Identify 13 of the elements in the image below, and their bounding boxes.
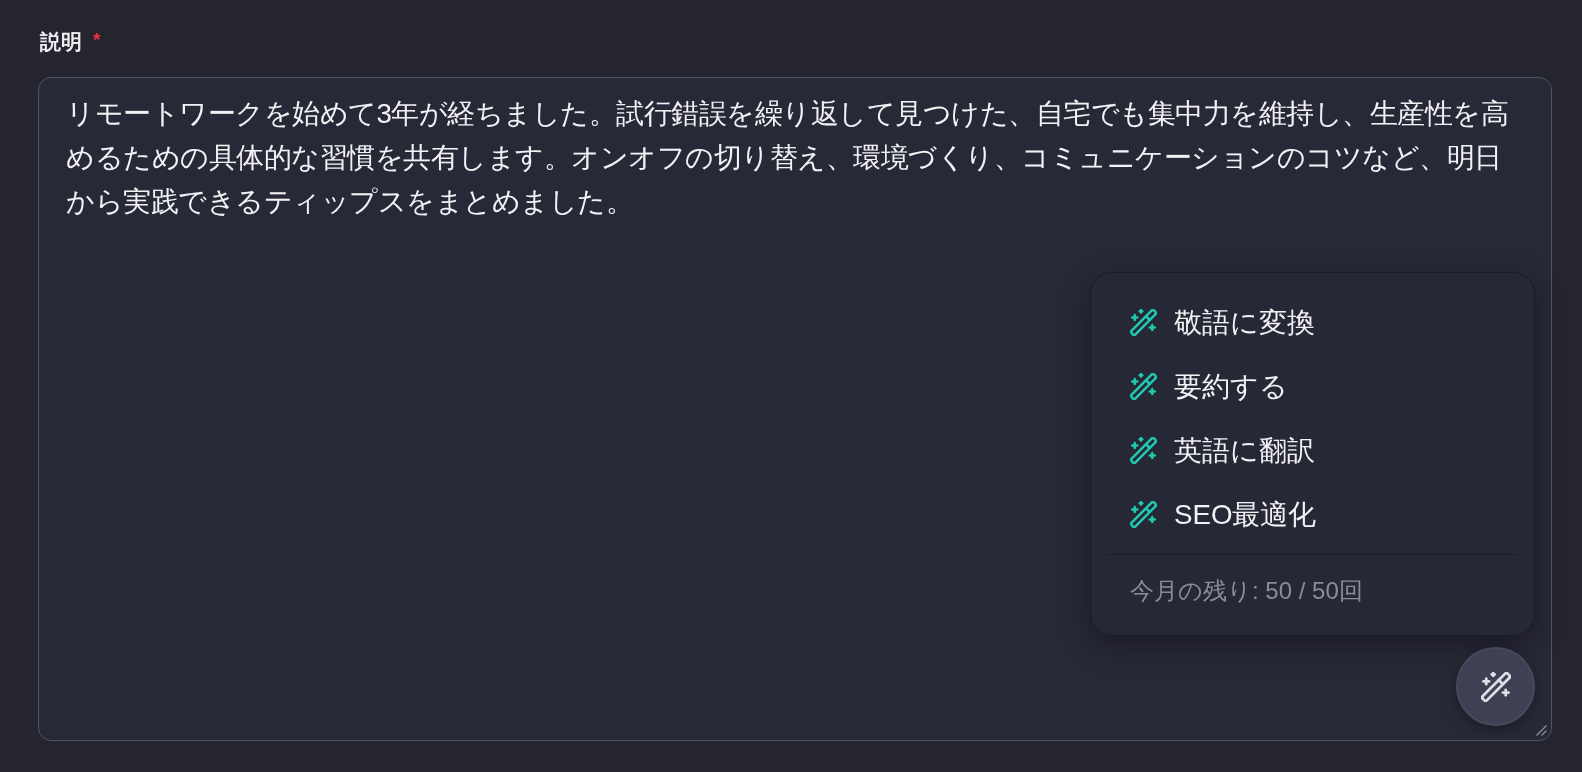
field-label: 説明 xyxy=(40,29,82,55)
required-asterisk: * xyxy=(93,31,101,49)
magic-wand-icon xyxy=(1130,372,1157,400)
menu-item[interactable]: 敬語に変換 xyxy=(1107,290,1518,354)
menu-item[interactable]: 要約する xyxy=(1107,354,1518,418)
menu-item[interactable]: 英語に翻訳 xyxy=(1107,418,1518,482)
usage-quota-text: 今月の残り: 50 / 50回 xyxy=(1129,576,1364,606)
resize-handle-icon[interactable] xyxy=(1536,725,1547,736)
magic-wand-icon xyxy=(1130,436,1157,464)
menu-item[interactable]: SEO最適化 xyxy=(1107,482,1518,546)
magic-wand-icon xyxy=(1480,671,1511,702)
magic-wand-icon xyxy=(1130,500,1157,528)
magic-wand-icon xyxy=(1130,308,1157,336)
